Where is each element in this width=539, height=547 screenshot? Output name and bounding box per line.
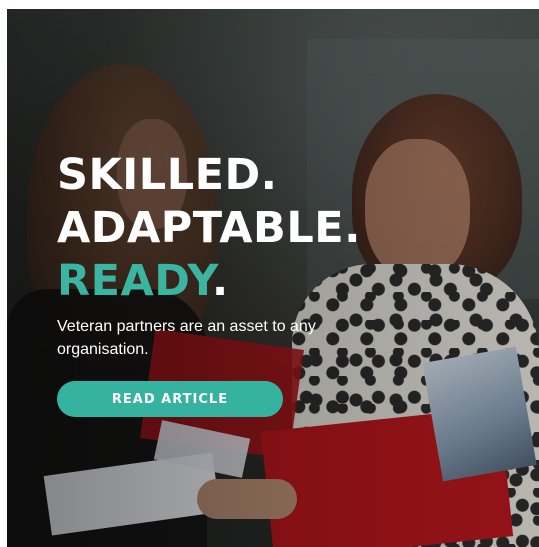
headline-line-1: SKILLED.: [57, 150, 278, 200]
headline-line-3: READY.: [57, 255, 361, 308]
headline-accent-period: .: [211, 256, 229, 306]
headline-line-2: ADAPTABLE.: [57, 203, 361, 253]
hero-subtitle: Veteran partners are an asset to any org…: [57, 318, 316, 358]
hero-headline: SKILLED. ADAPTABLE. READY.: [57, 149, 361, 308]
read-article-button[interactable]: READ ARTICLE: [57, 381, 283, 417]
headline-accent-word: READY: [57, 256, 212, 306]
hero-banner: SKILLED. ADAPTABLE. READY. Veteran partn…: [7, 9, 539, 547]
